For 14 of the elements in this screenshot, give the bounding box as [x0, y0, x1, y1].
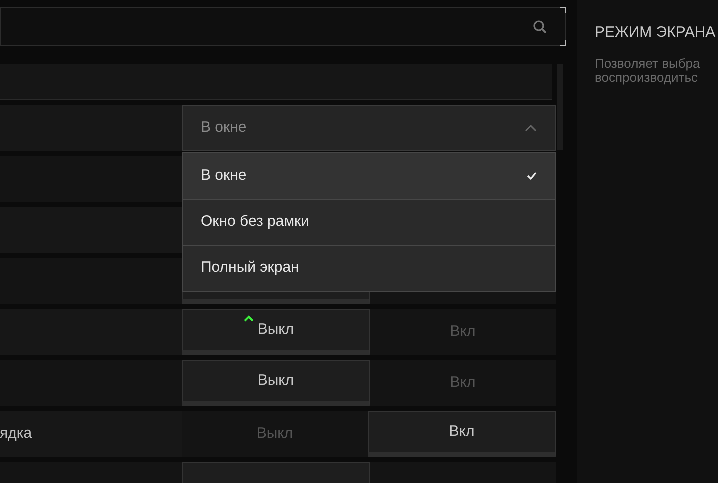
scrollbar[interactable]	[557, 64, 563, 150]
search-icon	[533, 20, 547, 34]
toggle-option[interactable]: Выкл	[182, 360, 370, 406]
dropdown[interactable]: В окне	[182, 105, 556, 151]
toggle-option[interactable]: Выкл	[182, 309, 370, 355]
chevron-up-icon	[525, 124, 537, 132]
toggle-option[interactable]: Вкл	[368, 411, 556, 457]
dropdown-option[interactable]: В окне	[183, 153, 555, 199]
info-title: РЕЖИМ ЭКРАНА	[595, 23, 717, 43]
info-text: воспроизводитьс	[595, 70, 698, 84]
setting-label: ядка	[0, 424, 32, 444]
info-text: Позволяет выбра	[595, 56, 702, 70]
check-icon	[527, 172, 537, 180]
search-field[interactable]	[0, 7, 566, 46]
